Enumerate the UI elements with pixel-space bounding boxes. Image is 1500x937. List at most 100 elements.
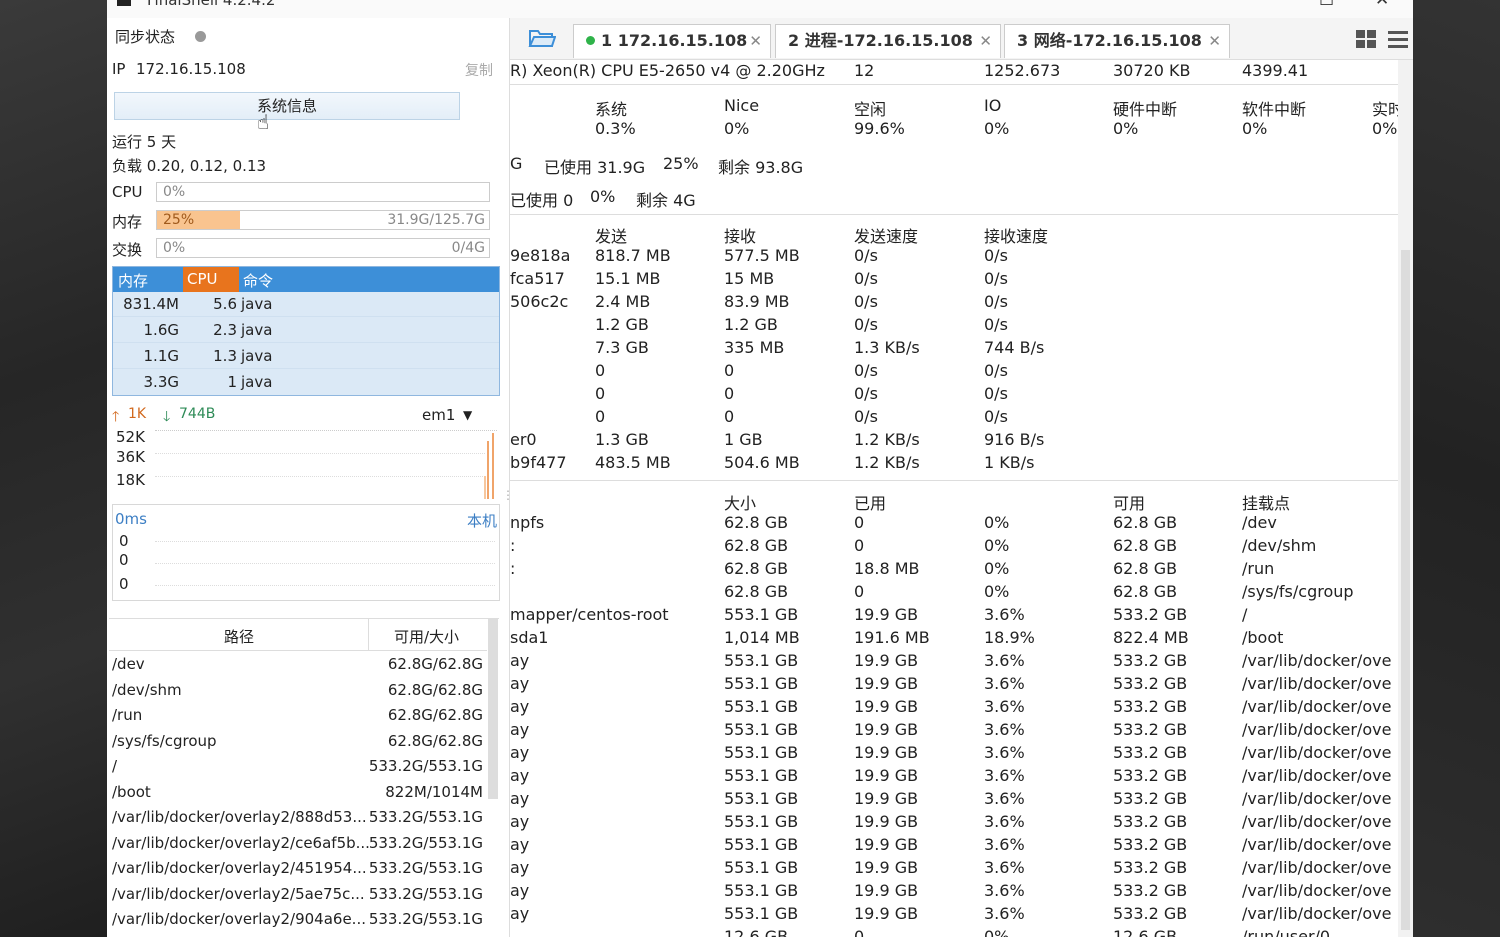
chevron-down-icon[interactable]: ▼ xyxy=(463,408,472,422)
disk-row[interactable]: /var/lib/docker/overlay2/451954... 533.2G… xyxy=(109,856,487,882)
fs-header: 已用 xyxy=(854,494,887,513)
fs-cell: 62.8 GB xyxy=(1113,513,1178,532)
disk-row[interactable]: /var/lib/docker/overlay2/ce6af5b... 533.2… xyxy=(109,831,487,857)
disk-table-scrollbar[interactable] xyxy=(488,619,498,799)
cpu-stat-value: 99.6% xyxy=(854,119,905,138)
fs-mountpoint: /run xyxy=(1242,559,1275,578)
fs-cell: 0 xyxy=(854,513,865,532)
iface-cell: 577.5 MB xyxy=(724,246,800,265)
disk-row[interactable]: /var/lib/docker/overlay2/888d53... 533.2G… xyxy=(109,805,487,831)
close-tab-icon[interactable]: ✕ xyxy=(979,25,992,57)
maximize-icon[interactable]: ☐ xyxy=(1319,0,1334,10)
fs-mountpoint: /var/lib/docker/ove xyxy=(1242,835,1392,854)
fs-cell: 553.1 GB xyxy=(724,766,799,785)
fs-cell: 3.6% xyxy=(984,651,1025,670)
fs-cell: 12.6 GB xyxy=(1113,927,1178,937)
iface-cell: 7.3 GB xyxy=(595,338,649,357)
ping-target[interactable]: 本机 xyxy=(467,510,497,531)
fs-cell: 0 xyxy=(854,536,865,555)
fs-cell: 553.1 GB xyxy=(724,881,799,900)
iface-select[interactable]: em1 xyxy=(422,406,455,424)
disk-avail: 62.8G/62.8G xyxy=(387,655,483,673)
iface-cell: 0/s xyxy=(854,361,878,380)
disk-row[interactable]: /var/lib/docker/overlay2/5ae75c... 533.2G… xyxy=(109,882,487,908)
col-mem[interactable]: 内存 xyxy=(118,270,148,291)
iface-cell: 83.9 MB xyxy=(724,292,790,311)
cpu-stat-header: IO xyxy=(984,96,1002,115)
col-cpu[interactable]: CPU xyxy=(187,270,218,288)
tab-session-3[interactable]: 3 网络-172.16.15.108 ✕ xyxy=(1004,24,1230,58)
tab-session-1[interactable]: 1 172.16.15.108 ✕ xyxy=(573,24,771,58)
right-scrollbar[interactable] xyxy=(1398,60,1413,937)
col-cmd[interactable]: 命令 xyxy=(243,270,273,291)
fs-cell: 18.8 MB xyxy=(854,559,920,578)
fs-cell: 533.2 GB xyxy=(1113,674,1188,693)
iface-cell: 0 xyxy=(595,407,606,426)
menu-icon[interactable] xyxy=(1388,30,1408,48)
iface-cell: 0/s xyxy=(854,269,878,288)
fs-cell: 553.1 GB xyxy=(724,743,799,762)
fs-mountpoint: /var/lib/docker/ove xyxy=(1242,674,1392,693)
close-icon[interactable]: ✕ xyxy=(1375,0,1389,10)
col-path[interactable]: 路径 xyxy=(224,626,254,647)
fs-mountpoint: /run/user/0 xyxy=(1242,927,1331,937)
fs-cell: 0% xyxy=(984,536,1010,555)
grid-view-icon[interactable] xyxy=(1356,30,1376,48)
fs-mountpoint: /dev/shm xyxy=(1242,536,1317,555)
process-row[interactable]: 1.1G 1.3 java xyxy=(113,344,499,369)
fs-cell: 19.9 GB xyxy=(854,674,919,693)
fs-cell: 19.9 GB xyxy=(854,743,919,762)
download-arrow-icon: 🡓 xyxy=(163,409,171,425)
fs-device: ay xyxy=(510,743,530,762)
fs-cell: 3.6% xyxy=(984,904,1025,923)
ping-ms: 0ms xyxy=(115,510,147,528)
fs-cell: 533.2 GB xyxy=(1113,697,1188,716)
col-avail[interactable]: 可用/大小 xyxy=(394,626,459,647)
fs-cell: 3.6% xyxy=(984,743,1025,762)
cpu-model: R) Xeon(R) CPU E5-2650 v4 @ 2.20GHz xyxy=(510,61,825,80)
process-row[interactable]: 831.4M 5.6 java xyxy=(113,292,499,317)
iface-cell: 1 GB xyxy=(724,430,763,449)
iface-cell: 0/s xyxy=(854,292,878,311)
fs-cell: 553.1 GB xyxy=(724,835,799,854)
fs-cell: 62.8 GB xyxy=(724,513,789,532)
process-table: 内存 CPU 命令 831.4M 5.6 java 1.6G 2.3 java … xyxy=(112,266,500,396)
grid-line xyxy=(155,453,485,454)
tab-label: 1 172.16.15.108 xyxy=(601,31,748,50)
fs-cell: 3.6% xyxy=(984,697,1025,716)
close-tab-icon[interactable]: ✕ xyxy=(1208,25,1221,57)
fs-device: ay xyxy=(510,674,530,693)
fs-cell: 0% xyxy=(984,513,1010,532)
cpu-stat-value: 0% xyxy=(1242,119,1268,138)
folder-icon[interactable] xyxy=(528,27,557,49)
copy-ip-button[interactable]: 复制 xyxy=(465,60,493,80)
app-icon xyxy=(117,0,131,6)
scrollbar-thumb[interactable] xyxy=(1401,250,1410,930)
fs-cell: 0% xyxy=(984,927,1010,937)
drag-handle-icon[interactable]: ⋮ xyxy=(502,488,509,502)
disk-row[interactable]: / 533.2G/553.1G xyxy=(109,754,487,780)
connected-dot-icon xyxy=(586,36,595,45)
disk-row[interactable]: /dev/shm 62.8G/62.8G xyxy=(109,678,487,704)
disk-row[interactable]: /var/lib/docker/overlay2/904a6e... 533.2G… xyxy=(109,907,487,933)
upload-speed: 1K xyxy=(128,406,147,422)
system-info-button[interactable]: 系统信息 xyxy=(114,92,460,120)
disk-row[interactable]: /dev 62.8G/62.8G xyxy=(109,652,487,678)
fs-cell: 533.2 GB xyxy=(1113,651,1188,670)
process-row[interactable]: 1.6G 2.3 java xyxy=(113,318,499,343)
disk-row[interactable]: /sys/fs/cgroup 62.8G/62.8G xyxy=(109,729,487,755)
cpu-percent: 0% xyxy=(163,184,186,200)
upload-bar xyxy=(492,433,494,499)
mem-value: 31.9G/125.7G xyxy=(387,212,485,228)
process-row[interactable]: 3.3G 1 java xyxy=(113,370,499,395)
iface-header: 发送速度 xyxy=(854,227,919,246)
disk-row[interactable]: /boot 822M/1014M xyxy=(109,780,487,806)
close-tab-icon[interactable]: ✕ xyxy=(749,25,762,57)
disk-path: /run xyxy=(112,706,143,724)
tab-session-2[interactable]: 2 进程-172.16.15.108 ✕ xyxy=(775,24,1001,58)
iface-cell: 0/s xyxy=(984,407,1008,426)
disk-row[interactable]: /run 62.8G/62.8G xyxy=(109,703,487,729)
uptime: 运行 5 天 xyxy=(112,133,177,151)
disk-table-header: 路径 可用/大小 xyxy=(109,619,487,651)
mem-line-percent: 25% xyxy=(663,154,699,173)
